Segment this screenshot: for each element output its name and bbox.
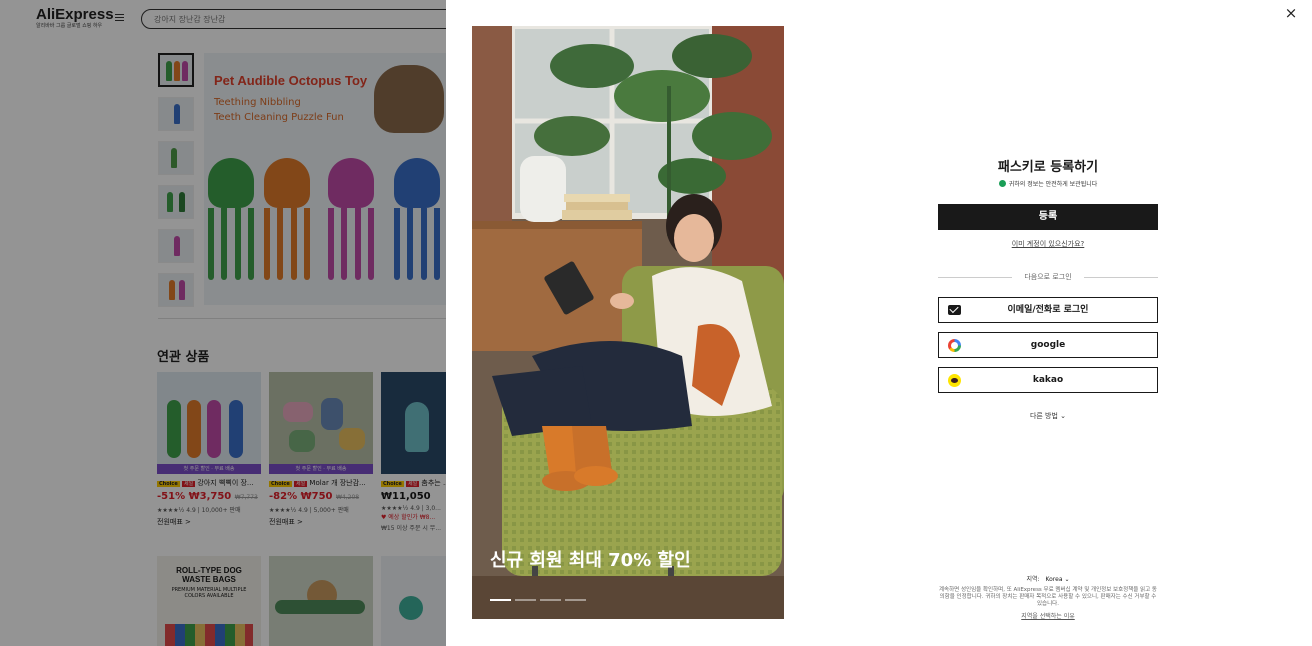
carousel-dot[interactable] [540, 599, 561, 601]
google-login-button[interactable]: google [938, 332, 1158, 358]
has-account-link[interactable]: 이미 계정이 있으신가요? [938, 239, 1158, 249]
region-reason-link[interactable]: 지역을 선택하는 이유 [938, 611, 1158, 620]
carousel-dot[interactable] [565, 599, 586, 601]
secure-notice: 귀하의 정보는 안전하게 보관됩니다 [938, 179, 1158, 188]
carousel-dot[interactable] [490, 599, 511, 601]
close-icon[interactable]: × [1284, 6, 1298, 21]
login-option-label: google [1030, 340, 1066, 350]
shield-check-icon [998, 180, 1006, 187]
region-label: 지역: [1026, 576, 1040, 583]
promo-photo [472, 26, 784, 619]
kakao-login-button[interactable]: kakao [938, 367, 1158, 393]
legal-notice: 계속하면 성인임을 확인하며, 또 AliExpress 무료 멤버십 계약 및… [938, 587, 1157, 607]
promo-headline: 신규 회원 최대 70% 할인 [490, 550, 691, 571]
more-ways-toggle[interactable]: 다른 방법 ⌄ [938, 411, 1158, 421]
mail-icon [948, 305, 961, 315]
region-select[interactable]: Korea ⌄ [1046, 576, 1070, 583]
divider-line [1084, 277, 1158, 278]
login-option-label: kakao [1032, 375, 1064, 385]
region-value: Korea [1045, 576, 1063, 583]
promo-banner: 신규 회원 최대 70% 할인 [472, 26, 784, 619]
secure-text: 귀하의 정보는 안전하게 보관됩니다 [1008, 181, 1098, 188]
login-option-label: 이메일/전화로 로그인 [1007, 305, 1089, 315]
more-ways-label: 다른 방법 [1029, 412, 1058, 420]
signup-modal: × 신규 회원 최대 70% 할인 패스키로 등록하기 귀하의 정보는 안전하게… [446, 0, 1312, 646]
chevron-down-icon: ⌄ [1060, 412, 1067, 420]
region-row: 지역: Korea ⌄ [938, 574, 1158, 583]
chevron-down-icon: ⌄ [1064, 576, 1070, 583]
carousel-dot[interactable] [515, 599, 536, 601]
register-button[interactable]: 등록 [938, 204, 1158, 230]
google-icon [948, 339, 961, 352]
email-phone-login-button[interactable]: 이메일/전화로 로그인 [938, 297, 1158, 323]
login-divider: 다음으로 로그인 [938, 272, 1158, 282]
page-title: 패스키로 등록하기 [997, 160, 1099, 175]
carousel-indicators [490, 599, 586, 601]
kakao-icon [948, 374, 961, 387]
